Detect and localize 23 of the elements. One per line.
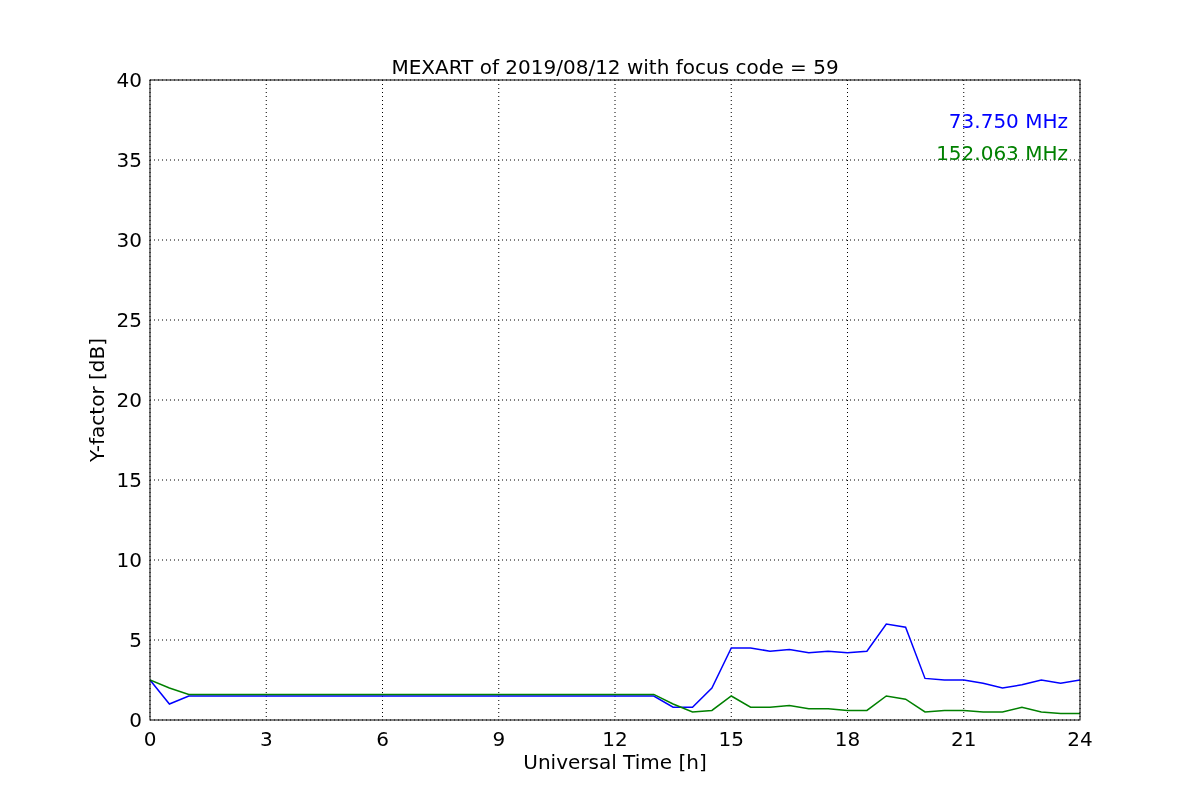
x-tick-label: 6 bbox=[376, 727, 389, 751]
y-tick-label: 5 bbox=[129, 628, 142, 652]
y-tick-label: 35 bbox=[116, 148, 142, 172]
y-tick-label: 10 bbox=[116, 548, 142, 572]
legend-label: 73.750 MHz bbox=[948, 109, 1068, 133]
chart-title: MEXART of 2019/08/12 with focus code = 59 bbox=[391, 55, 839, 79]
x-tick-label: 12 bbox=[602, 727, 628, 751]
y-tick-label: 25 bbox=[116, 308, 142, 332]
x-tick-label: 21 bbox=[951, 727, 977, 751]
x-tick-label: 0 bbox=[143, 727, 157, 751]
x-tick-label: 15 bbox=[718, 727, 744, 751]
y-tick-label: 0 bbox=[129, 708, 142, 732]
x-axis-label: Universal Time [h] bbox=[523, 750, 707, 774]
x-tick-label: 18 bbox=[834, 727, 861, 751]
x-tick-label: 24 bbox=[1067, 727, 1093, 751]
y-tick-label: 40 bbox=[116, 68, 142, 92]
y-tick-label: 15 bbox=[116, 468, 142, 492]
legend-label: 152.063 MHz bbox=[936, 141, 1068, 165]
y-tick-label: 30 bbox=[116, 228, 142, 252]
y-axis-label: Y-factor [dB] bbox=[85, 338, 109, 462]
y-tick-label: 20 bbox=[116, 388, 142, 412]
x-tick-label: 9 bbox=[492, 727, 506, 751]
x-tick-label: 3 bbox=[259, 727, 273, 751]
